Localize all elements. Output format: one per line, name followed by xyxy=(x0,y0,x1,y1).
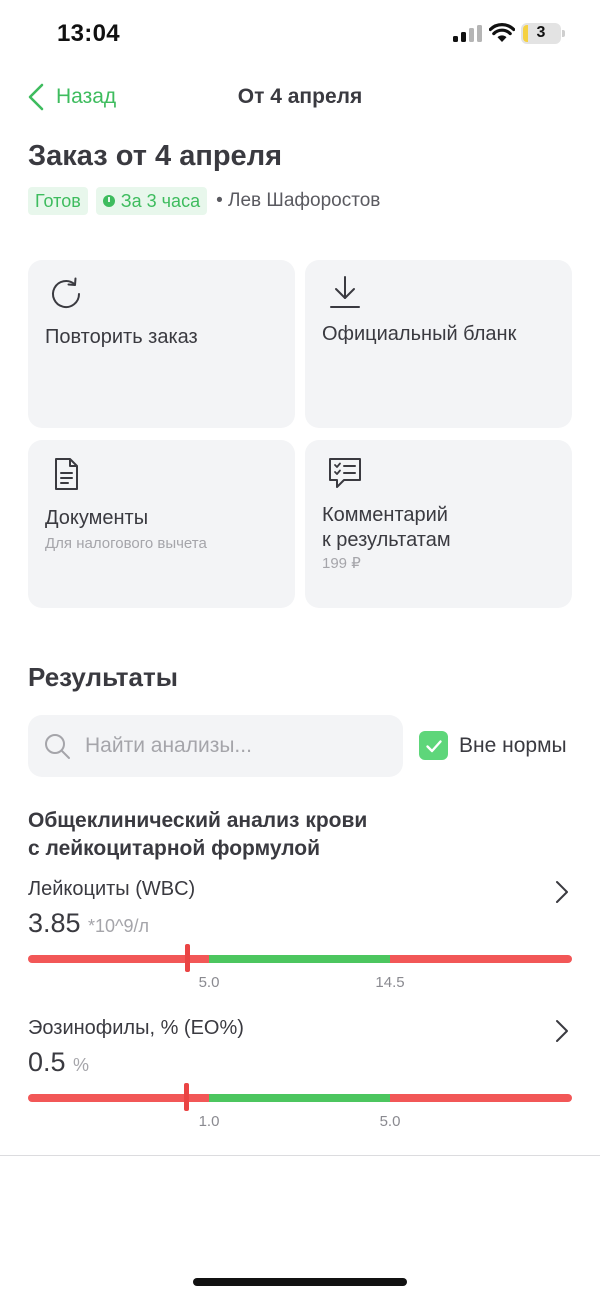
search-icon xyxy=(45,734,70,759)
status-time: 13:04 xyxy=(57,20,120,47)
out-of-range-label: Вне нормы xyxy=(459,733,567,757)
refresh-icon xyxy=(52,277,81,309)
chevron-right-icon xyxy=(556,1020,568,1042)
analyte-name: Лейкоциты (WBC) xyxy=(28,878,196,900)
normal-range-segment xyxy=(209,955,390,963)
official-form-card[interactable]: Официальный бланк xyxy=(305,260,572,428)
battery-icon: 3 xyxy=(521,23,565,44)
reference-range-bar xyxy=(28,1094,572,1102)
analyte-row[interactable]: Эозинофилы, % (EO%) 0.5 % 1.0 5.0 xyxy=(28,1017,572,1132)
bottom-divider xyxy=(0,1155,600,1156)
documents-sublabel: Для налогового вычета xyxy=(45,535,207,552)
range-low-label: 1.0 xyxy=(198,1113,220,1130)
normal-range-segment xyxy=(209,1094,390,1102)
duration-badge: За 3 часа xyxy=(95,187,208,215)
document-icon xyxy=(55,458,78,490)
documents-card[interactable]: Документы Для налогового вычета xyxy=(28,440,295,608)
status-badge: Готов xyxy=(28,187,88,215)
analyte-name: Эозинофилы, % (EO%) xyxy=(28,1017,244,1039)
analyte-row[interactable]: Лейкоциты (WBC) 3.85 *10^9/л 5.0 14.5 xyxy=(28,878,572,993)
repeat-order-card[interactable]: Повторить заказ xyxy=(28,260,295,428)
official-form-label: Официальный бланк xyxy=(322,323,517,345)
analyte-unit: % xyxy=(73,1055,90,1075)
navigation-bar: Назад От 4 апреля xyxy=(0,76,600,120)
home-indicator xyxy=(193,1278,407,1286)
cellular-signal-icon xyxy=(453,25,482,42)
battery-level: 3 xyxy=(536,24,546,41)
documents-label: Документы xyxy=(45,507,149,529)
analyte-value: 0.5 xyxy=(28,1047,66,1077)
results-heading: Результаты xyxy=(28,662,178,692)
nav-title: От 4 апреля xyxy=(237,85,363,108)
analyte-value-row: 0.5 % xyxy=(28,1047,89,1078)
range-high-label: 14.5 xyxy=(375,974,405,991)
search-input[interactable] xyxy=(85,734,385,758)
range-high-label: 5.0 xyxy=(379,1113,401,1130)
results-comment-price: 199 ₽ xyxy=(322,555,361,572)
status-bar: 13:04 3 xyxy=(0,0,600,70)
clock-icon xyxy=(102,195,115,207)
out-of-range-filter[interactable]: Вне нормы xyxy=(419,731,567,760)
analysis-group-title: Общеклинический анализ крови с лейкоцита… xyxy=(28,809,368,860)
out-of-range-checkbox[interactable] xyxy=(419,731,448,760)
chevron-right-icon xyxy=(556,881,568,903)
range-low-label: 5.0 xyxy=(198,974,220,991)
results-comment-label: Комментарий к результатам xyxy=(322,504,451,551)
comment-checklist-icon xyxy=(329,458,361,488)
analyte-value-row: 3.85 *10^9/л xyxy=(28,908,149,939)
order-meta: Готов За 3 часа • Лев Шафоростов xyxy=(28,187,380,215)
results-comment-card[interactable]: Комментарий к результатам 199 ₽ xyxy=(305,440,572,608)
value-marker xyxy=(184,1083,189,1111)
wifi-icon xyxy=(489,23,515,42)
download-icon xyxy=(330,276,360,308)
patient-name: • Лев Шафоростов xyxy=(216,190,381,211)
reference-range-bar xyxy=(28,955,572,963)
search-box[interactable] xyxy=(28,715,403,777)
page-title: Заказ от 4 апреля xyxy=(28,140,283,172)
analyte-unit: *10^9/л xyxy=(88,916,150,936)
repeat-order-label: Повторить заказ xyxy=(45,326,198,348)
checkmark-icon xyxy=(425,739,442,752)
analyte-value: 3.85 xyxy=(28,908,81,938)
value-marker xyxy=(185,944,190,972)
